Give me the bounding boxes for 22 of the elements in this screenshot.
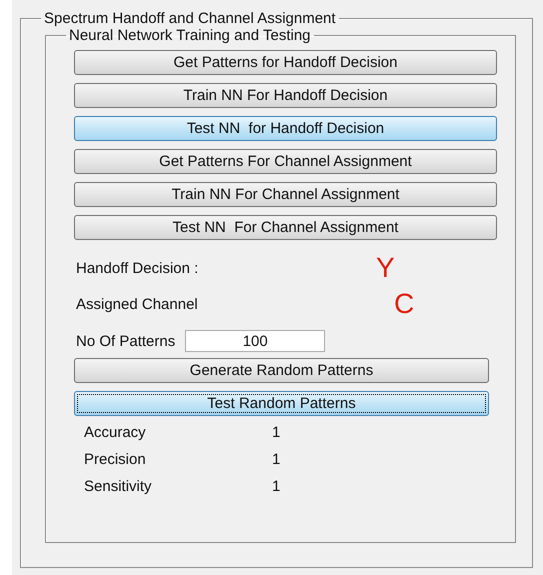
result-label: Handoff Decision : [76,260,200,276]
action-button[interactable]: Test Random Patterns [74,391,489,416]
result-value: Y [376,254,396,282]
action-button[interactable]: Test NN for Handoff Decision [74,116,497,141]
action-button[interactable]: Generate Random Patterns [74,358,489,383]
action-button[interactable]: Train NN For Channel Assignment [74,182,497,207]
action-button[interactable]: Test NN For Channel Assignment [74,215,497,240]
action-button[interactable]: Train NN For Handoff Decision [74,83,497,108]
action-button[interactable]: Get Patterns For Channel Assignment [74,149,497,174]
metric-label: Accuracy [84,424,147,441]
metric-value: 1 [272,451,282,468]
result-label: Assigned Channel [76,296,199,312]
panel-title: Neural Network Training and Testing [68,27,312,44]
metric-value: 1 [272,424,282,441]
panel-title: Spectrum Handoff and Channel Assignment [43,10,337,27]
result-value: C [394,290,416,318]
input-field[interactable]: 100 [185,330,326,352]
metric-label: Sensitivity [84,478,153,495]
field-label: No Of Patterns [76,332,176,350]
action-button[interactable]: Get Patterns for Handoff Decision [74,50,497,75]
metric-label: Precision [84,451,147,468]
metric-value: 1 [272,478,282,495]
